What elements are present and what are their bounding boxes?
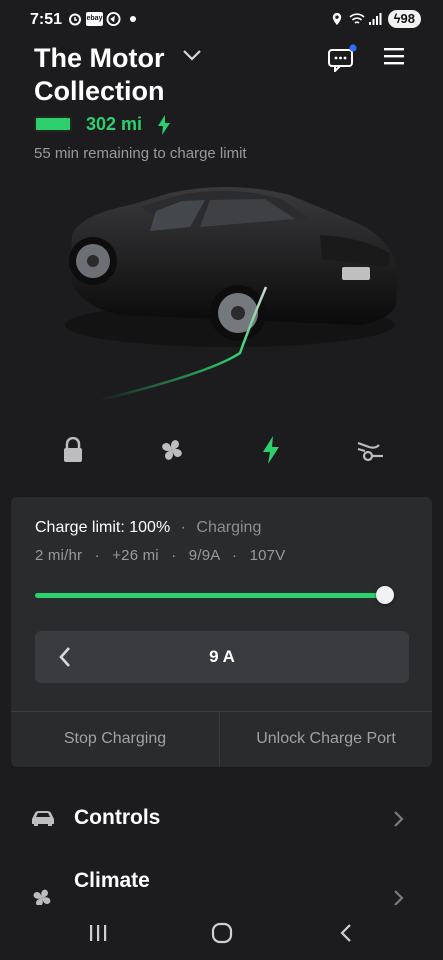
home-icon[interactable]	[211, 922, 233, 944]
notification-dot	[130, 16, 136, 22]
charge-limit-label: Charge limit: 100%	[35, 519, 171, 536]
unlock-charge-port-button[interactable]: Unlock Charge Port	[220, 711, 432, 767]
status-bar: 7:51 ebay ϟ98	[0, 0, 443, 40]
fan-icon	[33, 889, 51, 905]
list-item-label: Controls	[74, 806, 161, 829]
chevron-right-icon	[394, 890, 404, 905]
battery-gauge	[34, 116, 72, 132]
separator: ·	[180, 519, 186, 536]
charge-voltage: 107V	[249, 547, 286, 564]
charging-stats: 2 mi/hr · +26 mi · 9/9A · 107V	[35, 547, 285, 564]
stop-charging-button[interactable]: Stop Charging	[11, 711, 219, 767]
charging-status: Charging	[196, 519, 262, 536]
car-icon	[32, 811, 54, 826]
location-icon	[332, 12, 342, 26]
ebay-icon: ebay	[86, 12, 103, 26]
charge-limit-line: Charge limit: 100% · Charging	[35, 519, 261, 537]
separator: ·	[94, 547, 100, 564]
list-item-climate[interactable]: Climate	[0, 862, 443, 905]
charge-time-remaining: 55 min remaining to charge limit	[34, 145, 247, 162]
vehicle-image	[65, 186, 398, 402]
status-time: 7:51	[30, 11, 63, 28]
signal-icon	[369, 13, 382, 25]
lock-icon	[64, 437, 82, 462]
list-item-controls[interactable]: Controls	[0, 795, 443, 843]
back-icon[interactable]	[338, 923, 354, 943]
charging-bolt-icon	[263, 436, 279, 464]
message-icon[interactable]	[326, 44, 358, 72]
separator: ·	[171, 547, 177, 564]
charge-limit-slider-knob[interactable]	[376, 586, 394, 604]
charge-port-button[interactable]	[352, 432, 388, 468]
app-icon	[106, 12, 121, 26]
charging-card: Charge limit: 100% · Charging 2 mi/hr · …	[11, 497, 432, 767]
amps-stepper: 9 A	[35, 631, 409, 683]
lock-button[interactable]	[55, 432, 91, 468]
chevron-right-icon	[394, 811, 404, 827]
wifi-icon	[349, 13, 365, 24]
charge-limit-slider[interactable]	[35, 593, 385, 598]
vehicle-name[interactable]: The Motor Collection	[34, 42, 184, 108]
battery-bolt-icon: ϟ	[393, 11, 401, 26]
list-item-label: Climate	[74, 869, 150, 892]
charging-button[interactable]	[253, 432, 289, 468]
battery-percent: 98	[400, 11, 415, 26]
climate-button[interactable]	[154, 432, 190, 468]
charge-current: 9/9A	[188, 547, 220, 564]
range-added: +26 mi	[112, 547, 159, 564]
range-value: 302 mi	[86, 114, 143, 134]
chevron-down-icon[interactable]	[182, 48, 202, 62]
recent-apps-icon[interactable]	[88, 923, 108, 943]
ebay-icon-label: ebay	[86, 15, 103, 22]
fan-icon	[162, 440, 182, 460]
alarm-icon	[69, 13, 81, 26]
battery-status: ϟ98	[387, 10, 421, 28]
menu-icon[interactable]	[382, 46, 408, 66]
charge-port-icon	[357, 441, 383, 462]
charging-bolt-icon	[158, 115, 170, 135]
charge-rate: 2 mi/hr	[35, 547, 83, 564]
amps-decrease-button[interactable]	[35, 631, 95, 683]
separator: ·	[232, 547, 238, 564]
chevron-left-icon	[59, 647, 70, 667]
system-nav-bar	[0, 905, 443, 960]
